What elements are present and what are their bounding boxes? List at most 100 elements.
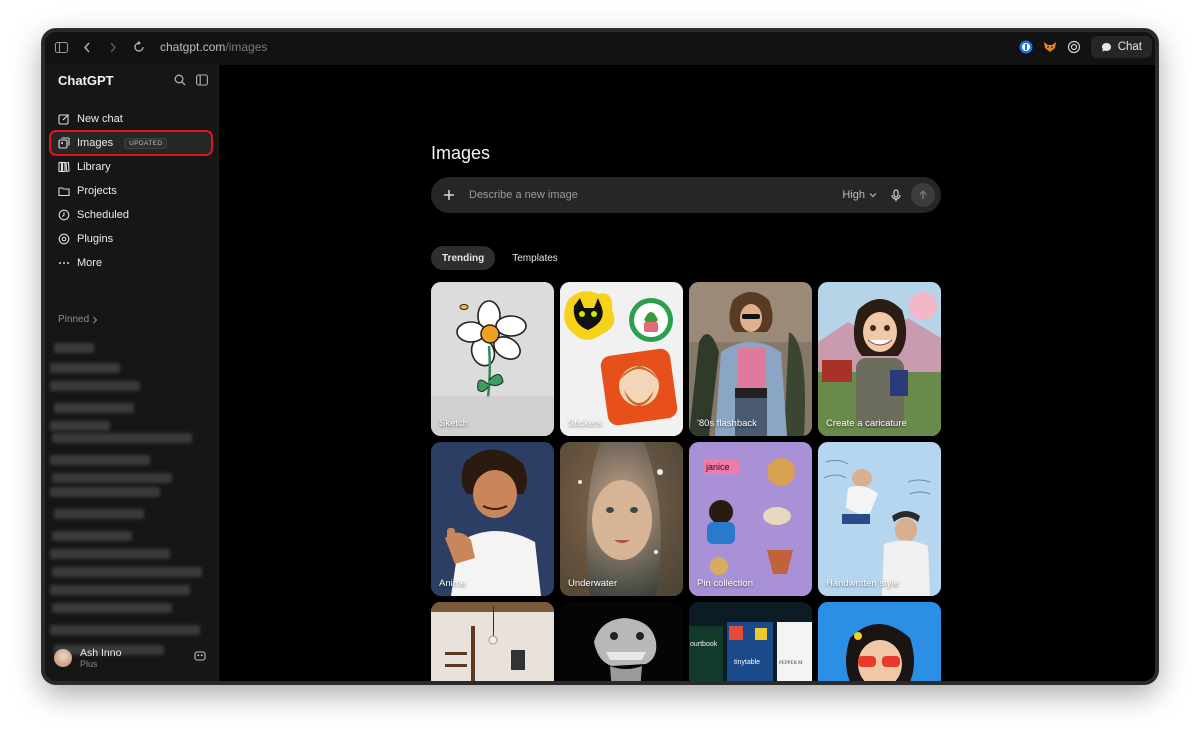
microphone-icon[interactable] xyxy=(891,188,901,202)
sidebar-item-label: Images xyxy=(77,137,114,149)
branding-art: ourtbook tinytable PEPPER M xyxy=(689,602,812,684)
password-manager-extension-icon[interactable] xyxy=(1019,40,1033,54)
pinned-label: Pinned xyxy=(58,314,90,325)
page-title: Images xyxy=(431,143,491,163)
sidebar-item-new-chat[interactable]: New chat xyxy=(50,107,212,131)
card-label: Anime xyxy=(439,578,466,589)
describe-image-input[interactable] xyxy=(467,188,843,202)
sidebar-item-more[interactable]: More xyxy=(50,251,212,275)
sidebar-item-plugins[interactable]: Plugins xyxy=(50,227,212,251)
sidebar-item-label: Plugins xyxy=(77,233,114,245)
fox-extension-icon[interactable] xyxy=(1043,40,1057,54)
sidebar-item-label: Scheduled xyxy=(77,209,129,221)
sidebar-toggle-icon[interactable] xyxy=(48,34,74,60)
add-attachment-button[interactable] xyxy=(431,189,467,201)
card-underwater[interactable]: Underwater xyxy=(560,442,683,596)
card-label: Stickers xyxy=(568,418,602,429)
url-path: /images xyxy=(225,40,268,54)
caricature-art xyxy=(818,282,941,436)
anime-art xyxy=(431,442,554,596)
card-interior[interactable] xyxy=(431,602,554,684)
more-dots-icon xyxy=(59,262,69,264)
url-host: chatgpt.com xyxy=(160,40,226,54)
card-sketch[interactable]: Sketch xyxy=(431,282,554,436)
user-plan: Plus xyxy=(80,659,98,669)
search-icon[interactable] xyxy=(174,73,186,91)
stickers-art xyxy=(560,282,683,436)
chat-bubble-icon xyxy=(1101,42,1111,52)
chevron-right-icon xyxy=(93,316,98,323)
library-icon xyxy=(58,161,70,173)
card-chrome-dino[interactable] xyxy=(560,602,683,684)
sidebar-item-label: New chat xyxy=(77,113,123,125)
card-anime[interactable]: Anime xyxy=(431,442,554,596)
card-handwritten-style[interactable]: Handwritten style xyxy=(818,442,941,596)
chat-button[interactable]: Chat xyxy=(1090,36,1152,58)
branding-text-2: tinytable xyxy=(734,659,760,666)
card-label: Handwritten style xyxy=(826,578,899,589)
plus-icon xyxy=(444,190,454,200)
card-label: '80s flashback xyxy=(697,418,757,429)
chrome-dino-art xyxy=(560,602,683,684)
sunglasses-portrait-art xyxy=(818,602,941,684)
sidebar-item-projects[interactable]: Projects xyxy=(50,179,212,203)
avatar xyxy=(54,649,72,667)
pin-janice-text: janice xyxy=(705,462,730,472)
arrow-up-icon xyxy=(919,190,927,199)
card-stickers[interactable]: Stickers xyxy=(560,282,683,436)
sidebar-item-label: More xyxy=(77,257,103,269)
image-tabs: Trending Templates xyxy=(431,246,569,270)
card-80s-flashback[interactable]: '80s flashback xyxy=(689,282,812,436)
images-icon xyxy=(58,137,70,149)
collapse-sidebar-icon[interactable] xyxy=(196,73,208,91)
card-sunglasses-portrait[interactable] xyxy=(818,602,941,684)
quality-select[interactable]: High xyxy=(842,189,877,201)
openai-extension-icon[interactable] xyxy=(1067,40,1081,54)
updated-badge: UPDATED xyxy=(124,137,168,149)
plugins-icon xyxy=(58,233,70,245)
user-name: Ash Inno xyxy=(80,647,122,659)
card-branding[interactable]: ourtbook tinytable PEPPER M xyxy=(689,602,812,684)
quality-value: High xyxy=(842,189,865,201)
folder-icon xyxy=(58,187,70,197)
forward-icon[interactable] xyxy=(100,34,126,60)
sidebar-item-label: Library xyxy=(77,161,111,173)
sidebar-item-library[interactable]: Library xyxy=(50,155,212,179)
card-pin-collection[interactable]: janice Pin collection xyxy=(689,442,812,596)
brand-title[interactable]: ChatGPT xyxy=(58,73,114,88)
sidebar-item-label: Projects xyxy=(77,185,117,197)
card-label: Pin collection xyxy=(697,578,753,589)
handwritten-art xyxy=(818,442,941,596)
browser-toolbar: chatgpt.com/images Chat xyxy=(42,29,1158,66)
tab-trending[interactable]: Trending xyxy=(431,246,496,270)
compose-icon xyxy=(58,114,69,125)
sidebar-item-images[interactable]: Images UPDATED xyxy=(49,130,213,156)
branding-text-3: PEPPER M xyxy=(779,661,803,666)
card-label: Create a caricature xyxy=(826,418,907,429)
sidebar-item-scheduled[interactable]: Scheduled xyxy=(50,203,212,227)
sketch-flower-art xyxy=(431,282,554,436)
image-grid: Sketch Stickers '80s flashback Create a … xyxy=(431,282,942,684)
address-bar[interactable]: chatgpt.com/images xyxy=(160,40,267,54)
pinned-section-header[interactable]: Pinned xyxy=(58,314,98,325)
user-profile[interactable]: Ash Inno Plus xyxy=(54,644,206,672)
underwater-art xyxy=(560,442,683,596)
invite-icon[interactable] xyxy=(194,649,206,667)
card-label: Sketch xyxy=(439,418,469,429)
sidebar-nav: New chat Images UPDATED Library Projects… xyxy=(49,107,213,275)
interior-art xyxy=(431,602,554,684)
80s-photo-art xyxy=(689,282,812,436)
chat-button-label: Chat xyxy=(1117,41,1142,53)
card-create-a-caricature[interactable]: Create a caricature xyxy=(818,282,941,436)
clock-icon xyxy=(58,209,70,221)
image-prompt-bar: High xyxy=(431,177,941,213)
back-icon[interactable] xyxy=(74,34,100,60)
sidebar: ChatGPT New chat Images UPDATED Library xyxy=(42,65,219,684)
send-button[interactable] xyxy=(911,183,935,207)
tab-templates[interactable]: Templates xyxy=(501,246,569,270)
chevron-down-icon xyxy=(869,193,877,198)
blurred-chat-history xyxy=(50,341,210,671)
branding-text-1: ourtbook xyxy=(690,641,718,648)
browser-window: chatgpt.com/images Chat ChatGPT New chat… xyxy=(42,29,1158,684)
reload-icon[interactable] xyxy=(126,34,152,60)
